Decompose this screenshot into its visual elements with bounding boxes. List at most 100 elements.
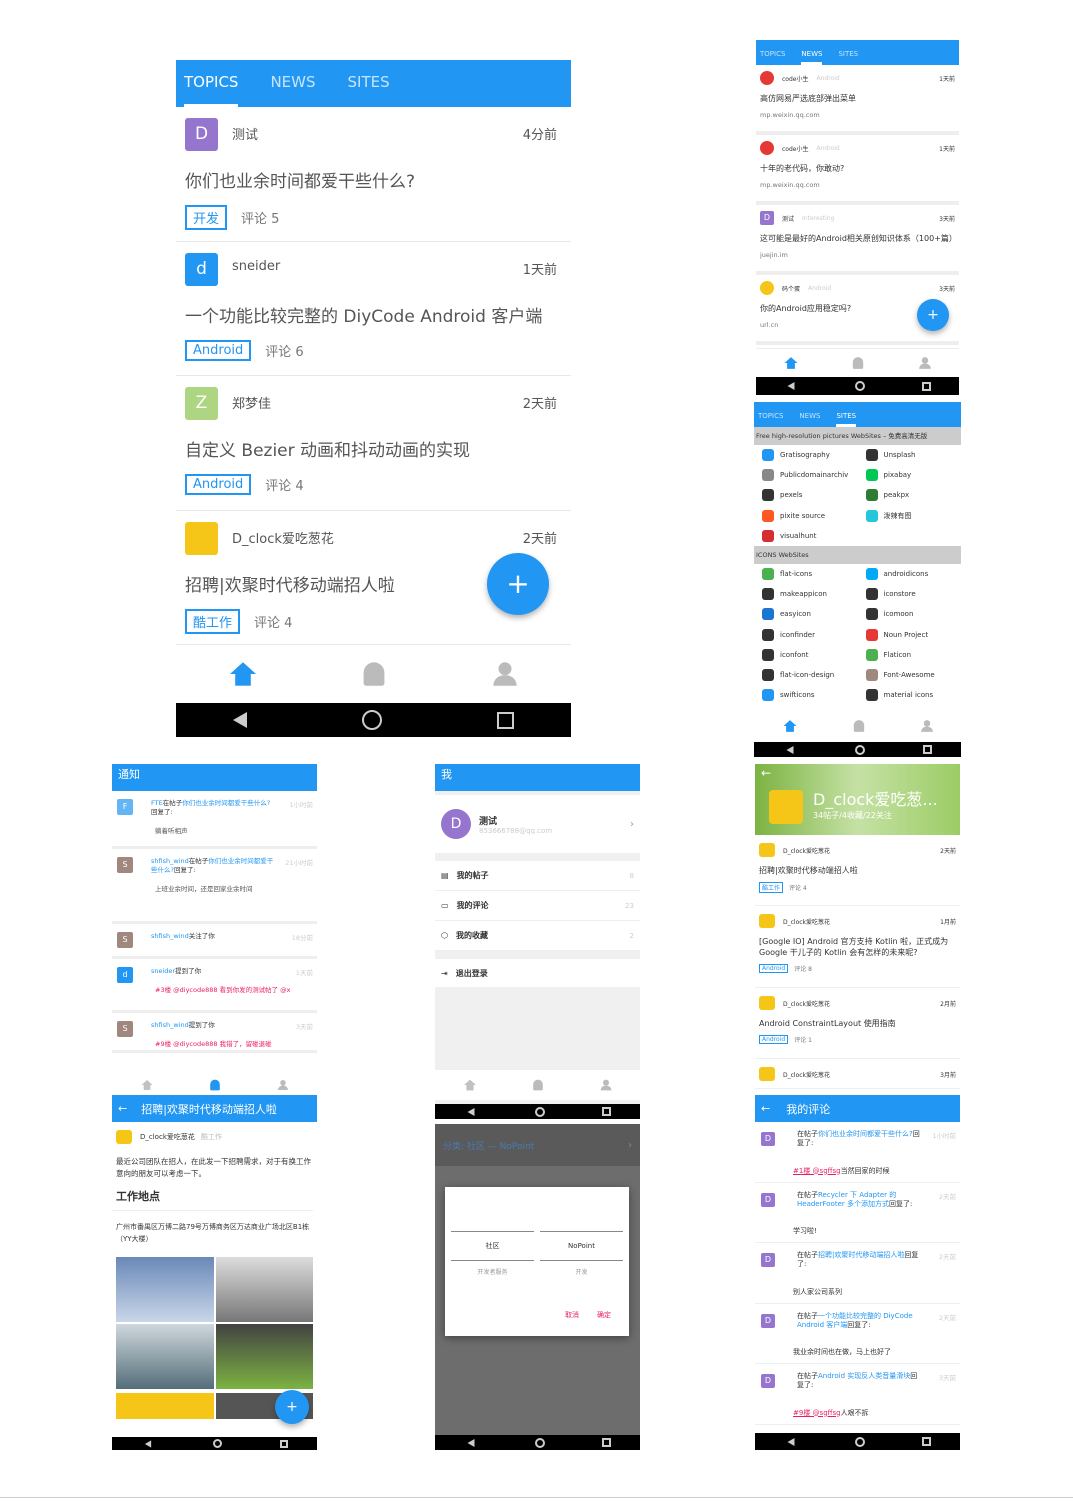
site-item[interactable]: easyicon <box>754 604 858 624</box>
back-icon[interactable] <box>233 712 248 728</box>
node-name[interactable]: Android <box>816 145 839 152</box>
news-item[interactable]: code小生 Android 1天前 高仿网易严选底部弹出菜单 mp.weixin.qq… <box>756 65 959 135</box>
topic-link[interactable]: 你们也业余时间都爱干些什么? <box>182 799 270 807</box>
topic-item[interactable]: D 测试 4分前 你们也业余时间都爱干些什么? 开发 评论 5 <box>176 107 571 242</box>
topic-link[interactable]: 招聘|欢聚时代移动端招人啦 <box>818 1251 904 1259</box>
picker-option[interactable]: 开发者服务 <box>451 1267 534 1276</box>
node-tag[interactable]: 酷工作 <box>759 882 784 893</box>
ok-button[interactable]: 确定 <box>597 1310 611 1320</box>
home-circle-icon[interactable] <box>854 1436 865 1447</box>
topic-item[interactable]: D_clock爱吃葱花 1月前 [Google IO] Android 官方支持 K… <box>755 906 960 988</box>
user-icon[interactable] <box>600 1079 612 1091</box>
notification-item[interactable]: Sshfish_wind在帖子你们也业余时间都爱干些什么?回复了: 21小时前 上班… <box>112 849 317 924</box>
user-icon[interactable] <box>919 356 931 369</box>
back-icon[interactable] <box>787 1437 795 1446</box>
avatar[interactable]: d <box>185 252 218 286</box>
topic-item[interactable]: D_clock爱吃葱花 3月前 <box>755 1059 960 1089</box>
avatar[interactable]: S <box>117 1021 133 1037</box>
home-circle-icon[interactable] <box>361 710 382 730</box>
recents-icon[interactable] <box>922 1437 932 1446</box>
logout-button[interactable]: ⇥ 退出登录 <box>435 959 640 987</box>
recents-icon[interactable] <box>602 1438 612 1447</box>
profile-menu-item[interactable]: ▭ 我的评论 23 <box>435 891 640 921</box>
notification-item[interactable]: Sshfish_wind提到了你 3天前 #9楼 @diycode888 我错了，留… <box>112 1013 317 1053</box>
site-item[interactable]: peakpx <box>858 485 962 505</box>
avatar[interactable] <box>760 141 774 155</box>
site-item[interactable]: flat-icon-design <box>754 665 858 685</box>
topic-title[interactable]: 自定义 Bezier 动画和抖动动画的实现 <box>185 436 470 461</box>
author-name[interactable]: code小生 <box>782 74 808 83</box>
avatar[interactable]: S <box>117 857 133 873</box>
home-icon[interactable] <box>784 356 798 369</box>
topic-title[interactable]: 招聘|欢聚时代移动端招人啦 <box>185 571 395 596</box>
site-item[interactable]: pixabay <box>858 465 962 485</box>
avatar[interactable] <box>760 71 774 85</box>
node-name[interactable]: Android <box>816 75 839 82</box>
author-name[interactable]: D_clock爱吃葱花 <box>783 846 830 855</box>
topic-item[interactable]: d sneider 1天前 一个功能比较完整的 DiyCode Android 客户端… <box>176 242 571 376</box>
category-bar[interactable]: 分类: 社区 — NoPoint › <box>435 1124 640 1166</box>
comment-item[interactable]: D 在帖子Recycler 下 Adapter 的 HeaderFooter 多个… <box>755 1183 960 1243</box>
notification-user[interactable]: shfish_wind <box>151 932 189 940</box>
avatar[interactable]: D <box>761 1374 775 1388</box>
author-name[interactable]: 郑梦佳 <box>232 393 271 412</box>
home-circle-icon[interactable] <box>855 744 865 755</box>
site-item[interactable]: Font-Awesome <box>858 665 962 685</box>
recents-icon[interactable] <box>602 1107 612 1116</box>
avatar[interactable]: D <box>761 1253 775 1267</box>
notification-user[interactable]: shfish_wind <box>151 1021 189 1029</box>
back-icon[interactable] <box>467 1438 475 1447</box>
site-item[interactable]: Gratisography <box>754 445 858 465</box>
avatar[interactable]: Z <box>185 387 218 420</box>
news-host[interactable]: juejin.im <box>760 251 955 259</box>
tab-news[interactable]: NEWS <box>799 412 820 427</box>
node-tag[interactable]: 酷工作 <box>185 608 241 634</box>
notification-item[interactable]: d sneider提到了你 1天前 #3楼 @diycode888 看到你发的测试帖了… <box>112 959 317 1013</box>
author-name[interactable]: 码个蛋 <box>782 284 800 293</box>
recents-icon[interactable] <box>923 745 932 754</box>
bell-icon[interactable] <box>210 1079 221 1091</box>
topic-item[interactable]: D_clock爱吃葱花 2天前 招聘|欢聚时代移动端招人啦 酷工作 评论 4 <box>755 835 960 906</box>
tab-sites[interactable]: SITES <box>838 50 858 65</box>
site-item[interactable]: androidicons <box>858 564 962 584</box>
author-name[interactable]: D_clock爱吃葱花 <box>783 917 830 926</box>
site-item[interactable]: pixite source <box>754 506 858 526</box>
author-name[interactable]: D_clock爱吃葱花 <box>783 999 830 1008</box>
recents-icon[interactable] <box>280 1439 288 1448</box>
site-item[interactable]: Publicdomainarchiv <box>754 465 858 485</box>
add-topic-fab[interactable]: + <box>487 553 549 615</box>
notification-item[interactable]: Sshfish_wind关注了你 18分前 <box>112 924 317 959</box>
author-name[interactable]: D_clock爱吃葱花 <box>232 528 334 547</box>
topic-title[interactable]: 一个功能比较完整的 DiyCode Android 客户端 <box>185 302 542 327</box>
tab-sites[interactable]: SITES <box>348 73 390 107</box>
news-item[interactable]: code小生 Android 1天前 十年的老代码，你敢动? mp.weixin.qq.… <box>756 135 959 205</box>
home-circle-icon[interactable] <box>854 381 865 391</box>
profile-header[interactable]: D 测试 853666788@qq.com › <box>435 795 640 853</box>
node-name[interactable]: Android <box>808 285 831 292</box>
author-name[interactable]: 测试 <box>782 214 794 223</box>
news-title[interactable]: 十年的老代码，你敢动? <box>760 163 955 174</box>
avatar[interactable]: D <box>761 1132 775 1146</box>
home-circle-icon[interactable] <box>534 1106 545 1117</box>
bell-icon[interactable] <box>853 356 864 369</box>
back-arrow-icon[interactable]: ← <box>761 766 771 780</box>
cancel-button[interactable]: 取消 <box>565 1310 579 1320</box>
reply-fab[interactable]: + <box>275 1390 309 1424</box>
back-arrow-icon[interactable]: ← <box>761 1102 770 1115</box>
tab-news[interactable]: NEWS <box>270 73 315 107</box>
back-icon[interactable] <box>144 1439 152 1448</box>
topic-link[interactable]: Android 实现反人类音量滑块 <box>818 1372 910 1380</box>
home-circle-icon[interactable] <box>534 1437 545 1448</box>
avatar[interactable]: D <box>761 1313 775 1328</box>
node-name[interactable]: Interesting <box>802 215 834 222</box>
mention-link[interactable]: #1楼 @sgffsg <box>793 1167 841 1175</box>
user-icon[interactable] <box>493 662 517 686</box>
tab-topics[interactable]: TOPICS <box>184 73 239 107</box>
back-icon[interactable] <box>786 745 794 754</box>
author-name[interactable]: D_clock爱吃葱花 <box>140 1132 195 1142</box>
profile-menu-item[interactable]: ⬡ 我的收藏 2 <box>435 921 640 951</box>
topic-title[interactable]: Android ConstraintLayout 使用指南 <box>759 1018 956 1029</box>
avatar[interactable] <box>759 1067 775 1081</box>
mention-link[interactable]: #9楼 @sgffsg <box>793 1409 841 1417</box>
back-arrow-icon[interactable]: ← <box>118 1102 127 1115</box>
